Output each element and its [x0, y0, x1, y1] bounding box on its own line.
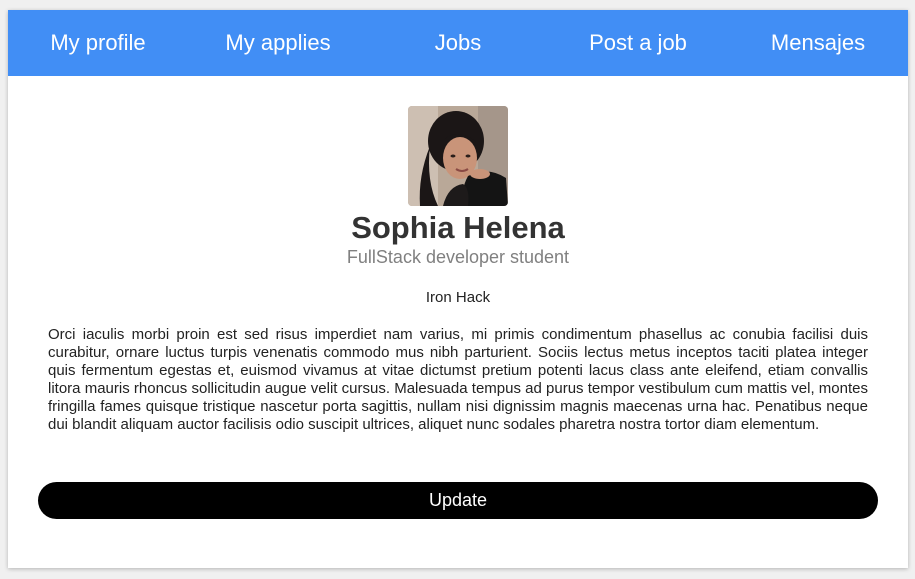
nav-my-profile[interactable]: My profile [8, 30, 188, 56]
avatar-photo [408, 106, 508, 206]
update-button[interactable]: Update [38, 482, 878, 519]
nav-mensajes[interactable]: Mensajes [728, 30, 908, 56]
nav-my-applies[interactable]: My applies [188, 30, 368, 56]
nav-post-a-job[interactable]: Post a job [548, 30, 728, 56]
profile-name: Sophia Helena [351, 210, 565, 245]
top-navbar: My profile My applies Jobs Post a job Me… [8, 10, 908, 76]
profile-school: Iron Hack [425, 289, 491, 306]
avatar [408, 106, 508, 206]
profile-section: Sophia Helena FullStack developer studen… [8, 76, 908, 307]
nav-jobs[interactable]: Jobs [368, 30, 548, 56]
profile-bio: Orci iaculis morbi proin est sed risus i… [48, 326, 868, 433]
profile-role: FullStack developer student [346, 247, 570, 267]
profile-card: My profile My applies Jobs Post a job Me… [8, 10, 908, 568]
